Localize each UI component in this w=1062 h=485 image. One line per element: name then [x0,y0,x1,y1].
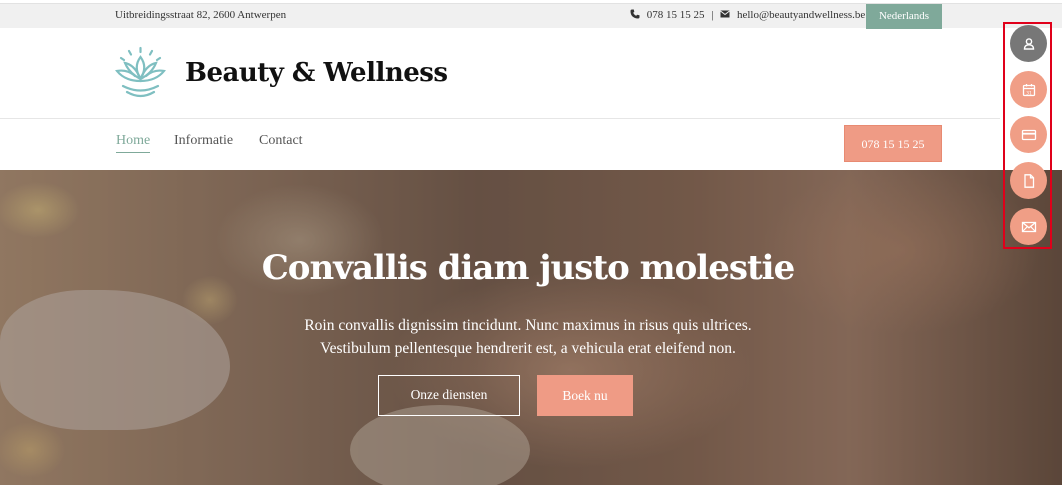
phone-link[interactable]: 078 15 15 25 [647,9,705,21]
calendar-icon: 31 [1022,83,1035,96]
phone-button[interactable]: 078 15 15 25 [844,125,942,162]
payment-button[interactable] [1010,116,1047,153]
brand-name[interactable]: Beauty & Wellness [185,58,448,88]
separator: | [711,9,714,21]
hero-description: Roin convallis dignissim tincidunt. Nunc… [0,314,1056,360]
header-divider [0,118,1000,119]
hero-line-2: Vestibulum pellentesque hendrerit est, a… [320,340,736,357]
language-selector[interactable]: Nederlands [866,4,942,29]
credit-card-icon [1021,129,1036,140]
document-icon [1023,173,1034,188]
phone-icon [630,9,640,19]
svg-text:31: 31 [1026,90,1032,96]
book-now-button[interactable]: Boek nu [537,375,633,416]
user-icon [1023,37,1034,50]
lotus-icon[interactable] [113,45,168,101]
account-button[interactable] [1010,25,1047,62]
hero-title: Convallis diam justo molestie [261,248,795,288]
top-bar: Uitbreidingsstraat 82, 2600 Antwerpen 07… [0,3,1062,29]
envelope-icon [720,10,731,18]
contact-info: 078 15 15 25 | hello@beautyandwellness.b… [630,9,865,21]
nav-item-contact[interactable]: Contact [259,133,303,149]
services-button[interactable]: Onze diensten [378,375,520,416]
address-text: Uitbreidingsstraat 82, 2600 Antwerpen [115,9,287,21]
hero-line-1: Roin convallis dignissim tincidunt. Nunc… [304,317,752,334]
email-link[interactable]: hello@beautyandwellness.be [737,9,865,21]
contact-mail-button[interactable] [1010,208,1047,245]
mail-icon [1021,221,1036,232]
nav-item-informatie[interactable]: Informatie [174,133,233,149]
document-button[interactable] [1010,162,1047,199]
nav-item-home[interactable]: Home [116,133,151,153]
hero-banner: Convallis diam justo molestie Roin conva… [0,170,1062,485]
appointment-button[interactable]: 31 [1010,71,1047,108]
